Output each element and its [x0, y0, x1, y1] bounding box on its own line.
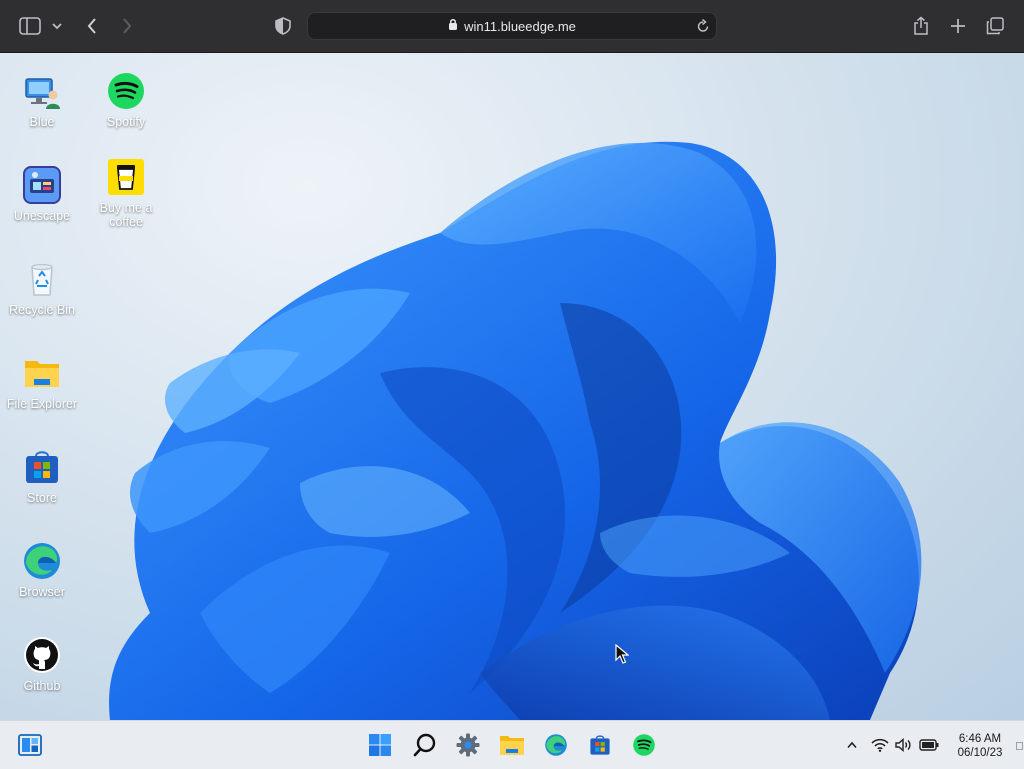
desktop-icon-file-explorer[interactable]: File Explorer: [0, 353, 84, 411]
desktop-icon-recycle-bin[interactable]: Recycle Bin: [0, 259, 84, 317]
computer-user-icon: [22, 71, 62, 111]
widgets-icon[interactable]: [17, 732, 43, 758]
store-icon: [22, 447, 62, 487]
coffee-cup-icon: [106, 157, 146, 197]
edge-icon[interactable]: [543, 732, 569, 758]
bloom-wallpaper: [109, 141, 922, 720]
desktop-icon-spotify[interactable]: Spotify: [84, 71, 168, 129]
mouse-cursor-icon: [615, 643, 630, 669]
desktop-icon-unescape[interactable]: Unescape: [0, 165, 84, 223]
volume-icon[interactable]: [895, 737, 913, 753]
address-bar[interactable]: win11.blueedge.me: [307, 12, 717, 40]
clock-date: 06/10/23: [957, 747, 1003, 759]
url-text: win11.blueedge.me: [464, 18, 576, 34]
settings-icon[interactable]: [455, 732, 481, 758]
sidebar-icon[interactable]: [18, 14, 42, 38]
recycle-bin-icon: [22, 259, 62, 299]
desktop[interactable]: Blue Spotify Unescape Buy me a coffee Re…: [0, 53, 1024, 720]
desktop-icon-blue[interactable]: Blue: [0, 71, 84, 129]
battery-icon[interactable]: [919, 737, 939, 753]
desktop-icon-github[interactable]: Github: [0, 635, 84, 693]
file-explorer-icon[interactable]: [499, 732, 525, 758]
folder-icon: [22, 353, 62, 393]
lock-icon: [448, 17, 458, 35]
reload-icon[interactable]: [696, 18, 710, 39]
spotify-icon[interactable]: [631, 732, 657, 758]
start-icon[interactable]: [367, 732, 393, 758]
chevron-down-icon[interactable]: [47, 14, 67, 38]
search-icon[interactable]: [412, 732, 438, 758]
shield-icon[interactable]: [271, 14, 295, 38]
unescape-icon: [22, 165, 62, 205]
share-icon[interactable]: [909, 14, 933, 38]
back-icon[interactable]: [80, 14, 104, 38]
desktop-icon-browser[interactable]: Browser: [0, 541, 84, 599]
desktop-icon-store[interactable]: Store: [0, 447, 84, 505]
show-desktop-button[interactable]: [1016, 742, 1023, 750]
chevron-up-icon[interactable]: [843, 737, 861, 753]
taskbar-clock[interactable]: 6:46 AM 06/10/23: [948, 732, 1012, 760]
forward-icon[interactable]: [115, 14, 139, 38]
store-icon[interactable]: [587, 732, 613, 758]
browser-toolbar: win11.blueedge.me: [0, 0, 1024, 53]
github-icon: [22, 635, 62, 675]
clock-time: 6:46 AM: [958, 733, 1002, 745]
plus-icon[interactable]: [946, 14, 970, 38]
edge-icon: [22, 541, 62, 581]
taskbar: 6:46 AM 06/10/23: [0, 720, 1024, 769]
desktop-icon-buy-me-a-coffee[interactable]: Buy me a coffee: [84, 157, 168, 229]
spotify-icon: [106, 71, 146, 111]
tabs-icon[interactable]: [983, 14, 1007, 38]
wifi-icon[interactable]: [871, 737, 889, 753]
